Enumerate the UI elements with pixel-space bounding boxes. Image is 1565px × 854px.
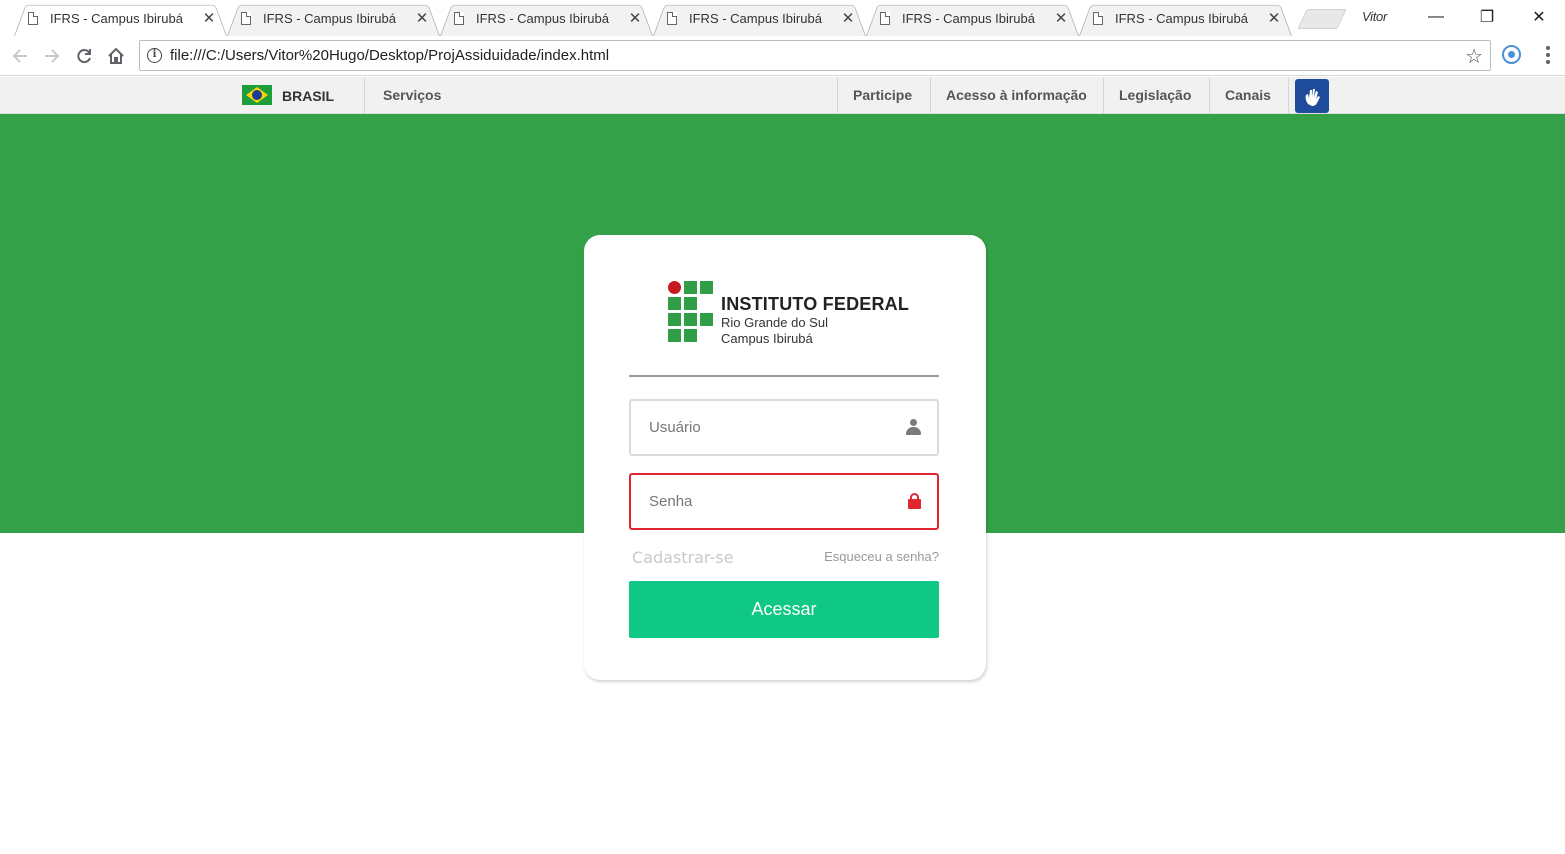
home-icon[interactable] — [102, 42, 130, 70]
browser-tab[interactable]: IFRS - Campus Ibirubá ✕ — [440, 1, 653, 36]
logo-dot — [668, 281, 681, 294]
close-tab-icon[interactable]: ✕ — [414, 10, 430, 27]
tab-title: IFRS - Campus Ibirubá — [689, 11, 822, 26]
star-icon[interactable]: ☆ — [1465, 44, 1483, 69]
logo-title: INSTITUTO FEDERAL — [721, 294, 910, 314]
legislacao-link[interactable]: Legislação — [1119, 87, 1191, 103]
divider — [1288, 77, 1289, 114]
document-icon — [241, 12, 251, 25]
back-icon[interactable] — [6, 42, 34, 70]
close-tab-icon[interactable]: ✕ — [840, 10, 856, 27]
minimize-icon[interactable]: — — [1410, 0, 1462, 34]
gov-bar: BRASIL Serviços Participe Acesso à infor… — [0, 77, 1565, 114]
window-close-icon[interactable]: ✕ — [1513, 0, 1565, 34]
forward-icon[interactable] — [38, 42, 66, 70]
close-tab-icon[interactable]: ✕ — [201, 10, 217, 27]
restore-icon[interactable]: ❐ — [1461, 0, 1513, 34]
username-input[interactable] — [631, 401, 937, 454]
lock-icon — [908, 493, 921, 509]
browser-tab[interactable]: IFRS - Campus Ibirubá ✕ — [1079, 1, 1292, 36]
forgot-password-link[interactable]: Esqueceu a senha? — [824, 549, 939, 564]
browser-tab[interactable]: IFRS - Campus Ibirubá ✕ — [866, 1, 1079, 36]
divider — [1209, 77, 1210, 114]
browser-tab[interactable]: IFRS - Campus Ibirubá ✕ — [14, 1, 227, 36]
vlibras-icon[interactable] — [1295, 79, 1329, 113]
brasil-link[interactable]: BRASIL — [282, 88, 334, 104]
username-field[interactable] — [629, 399, 939, 456]
canais-link[interactable]: Canais — [1225, 87, 1271, 103]
document-icon — [880, 12, 890, 25]
divider — [837, 77, 838, 114]
submit-button[interactable]: Acessar — [629, 581, 939, 638]
browser-tab[interactable]: IFRS - Campus Ibirubá ✕ — [227, 1, 440, 36]
tab-title: IFRS - Campus Ibirubá — [263, 11, 396, 26]
brazil-flag-icon — [242, 85, 272, 105]
document-icon — [667, 12, 677, 25]
password-field[interactable] — [629, 473, 939, 530]
document-icon — [1093, 12, 1103, 25]
tab-strip: IFRS - Campus Ibirubá ✕ IFRS - Campus Ib… — [14, 0, 1342, 37]
tab-title: IFRS - Campus Ibirubá — [50, 11, 183, 26]
document-icon — [28, 12, 38, 25]
user-icon — [906, 419, 921, 436]
browser-toolbar: i file:///C:/Users/Vitor%20Hugo/Desktop/… — [0, 37, 1565, 76]
address-bar[interactable]: i file:///C:/Users/Vitor%20Hugo/Desktop/… — [139, 40, 1491, 71]
document-icon — [454, 12, 464, 25]
extension-icon[interactable] — [1502, 45, 1521, 64]
ifrs-logo: INSTITUTO FEDERAL Rio Grande do Sul Camp… — [668, 281, 910, 346]
menu-icon[interactable] — [1540, 43, 1556, 67]
divider — [1103, 77, 1104, 114]
logo-campus: Campus Ibirubá — [721, 331, 813, 346]
logo-divider — [629, 375, 939, 377]
servicos-link[interactable]: Serviços — [383, 87, 441, 103]
close-tab-icon[interactable]: ✕ — [1266, 10, 1282, 27]
divider — [930, 77, 931, 114]
close-tab-icon[interactable]: ✕ — [627, 10, 643, 27]
acesso-informacao-link[interactable]: Acesso à informação — [946, 87, 1087, 103]
browser-titlebar: IFRS - Campus Ibirubá ✕ IFRS - Campus Ib… — [0, 0, 1565, 37]
login-card: INSTITUTO FEDERAL Rio Grande do Sul Camp… — [584, 235, 986, 680]
browser-tab[interactable]: IFRS - Campus Ibirubá ✕ — [653, 1, 866, 36]
tab-title: IFRS - Campus Ibirubá — [476, 11, 609, 26]
close-tab-icon[interactable]: ✕ — [1053, 10, 1069, 27]
new-tab-button[interactable] — [1302, 9, 1342, 29]
register-link[interactable]: Cadastrar-se — [632, 548, 733, 567]
password-input[interactable] — [631, 475, 937, 528]
tab-title: IFRS - Campus Ibirubá — [1115, 11, 1248, 26]
logo-grid-icon — [668, 281, 714, 343]
divider — [364, 77, 365, 114]
participe-link[interactable]: Participe — [853, 87, 912, 103]
url-text[interactable]: file:///C:/Users/Vitor%20Hugo/Desktop/Pr… — [170, 47, 609, 64]
info-icon[interactable]: i — [147, 48, 162, 63]
logo-subtitle: Rio Grande do Sul — [721, 315, 828, 330]
reload-icon[interactable] — [70, 42, 98, 70]
tab-title: IFRS - Campus Ibirubá — [902, 11, 1035, 26]
profile-name[interactable]: Vitor — [1362, 9, 1387, 24]
